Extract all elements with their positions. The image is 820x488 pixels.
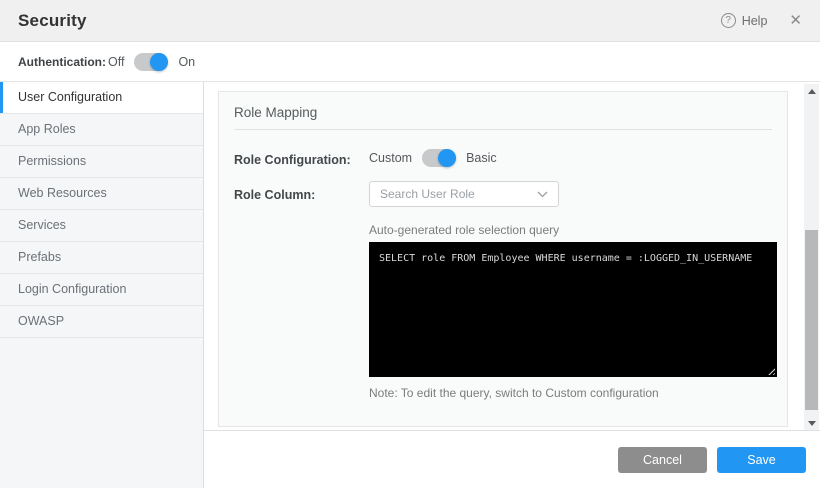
query-editor: SELECT role FROM Employee WHERE username… (369, 242, 777, 377)
dialog-header: Security ? Help ✕ (0, 0, 820, 42)
role-mapping-panel: Role Mapping Role Configuration: Custom … (218, 91, 788, 427)
main-content: Role Mapping Role Configuration: Custom … (204, 82, 820, 488)
arrow-down-icon (808, 421, 816, 426)
sidebar-item-user-configuration[interactable]: User Configuration (0, 82, 203, 114)
divider (234, 129, 772, 130)
sidebar-item-app-roles[interactable]: App Roles (0, 114, 203, 146)
role-configuration-field: Custom Basic (369, 145, 497, 171)
authentication-label: Authentication: (18, 55, 108, 69)
role-configuration-label: Role Configuration: (234, 153, 351, 167)
authentication-row: Authentication: Off On (0, 42, 820, 82)
scrollbar-thumb[interactable] (805, 230, 818, 410)
help-icon: ? (721, 13, 736, 28)
sidebar-item-services[interactable]: Services (0, 210, 203, 242)
scroll-down-button[interactable] (804, 416, 819, 430)
sidebar-item-label: Login Configuration (18, 282, 126, 296)
role-configuration-toggle[interactable] (422, 149, 456, 167)
query-label: Auto-generated role selection query (369, 223, 559, 237)
sidebar-item-web-resources[interactable]: Web Resources (0, 178, 203, 210)
cancel-button[interactable]: Cancel (618, 447, 707, 473)
sidebar-item-label: OWASP (18, 314, 64, 328)
sidebar-item-owasp[interactable]: OWASP (0, 306, 203, 338)
select-placeholder: Search User Role (380, 187, 475, 201)
role-column-select[interactable]: Search User Role (369, 181, 559, 207)
sidebar-item-login-configuration[interactable]: Login Configuration (0, 274, 203, 306)
active-indicator (0, 82, 3, 113)
role-column-label: Role Column: (234, 188, 315, 202)
dialog-body: User Configuration App Roles Permissions… (0, 82, 820, 488)
sidebar: User Configuration App Roles Permissions… (0, 82, 204, 488)
panel-title: Role Mapping (234, 105, 317, 120)
auth-off-label: Off (108, 55, 124, 69)
arrow-up-icon (808, 89, 816, 94)
save-button[interactable]: Save (717, 447, 806, 473)
query-textarea[interactable]: SELECT role FROM Employee WHERE username… (369, 242, 777, 377)
scroll-up-button[interactable] (804, 84, 819, 98)
sidebar-item-label: Web Resources (18, 186, 107, 200)
sidebar-item-label: Permissions (18, 154, 86, 168)
header-actions: ? Help ✕ (721, 13, 802, 28)
basic-option-label: Basic (466, 151, 497, 165)
custom-option-label: Custom (369, 151, 412, 165)
vertical-scrollbar[interactable] (804, 84, 819, 430)
chevron-down-icon (537, 191, 548, 198)
help-button[interactable]: ? Help (721, 13, 768, 28)
sidebar-item-permissions[interactable]: Permissions (0, 146, 203, 178)
auth-on-label: On (178, 55, 195, 69)
sidebar-item-label: User Configuration (18, 90, 122, 104)
sidebar-item-label: Prefabs (18, 250, 61, 264)
sidebar-item-prefabs[interactable]: Prefabs (0, 242, 203, 274)
sidebar-item-label: App Roles (18, 122, 76, 136)
query-note: Note: To edit the query, switch to Custo… (369, 386, 659, 400)
page-title: Security (18, 11, 87, 31)
sidebar-item-label: Services (18, 218, 66, 232)
toggle-knob (438, 149, 456, 167)
help-label: Help (742, 14, 768, 28)
footer-actions: Cancel Save (204, 430, 820, 488)
toggle-knob (150, 53, 168, 71)
authentication-toggle[interactable] (134, 53, 168, 71)
close-icon[interactable]: ✕ (789, 13, 802, 28)
